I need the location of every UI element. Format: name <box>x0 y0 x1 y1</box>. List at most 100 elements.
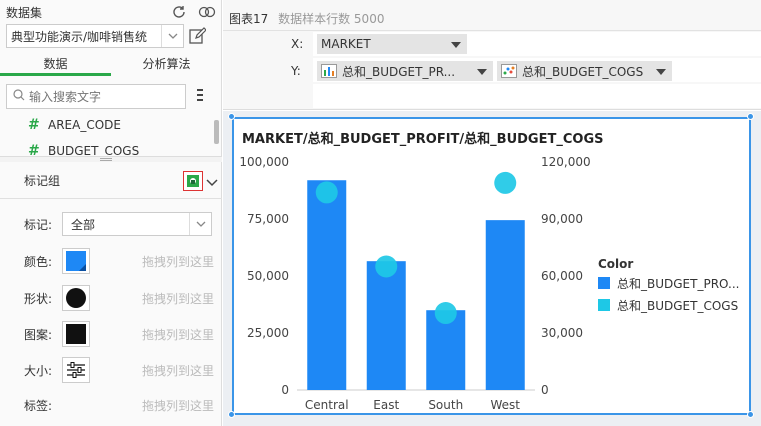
edit-icon[interactable] <box>188 27 207 45</box>
triangle-down-icon[interactable] <box>656 64 666 78</box>
x-axis-label: X: <box>291 37 304 51</box>
bar <box>485 220 525 390</box>
triangle-down-icon[interactable] <box>451 37 461 51</box>
right-tick-label: 30,000 <box>541 326 583 340</box>
field-name: BUDGET_COGS <box>48 144 140 156</box>
scatter-point <box>494 171 517 194</box>
dataset-header: 数据集 <box>6 4 216 20</box>
chart-title: MARKET/总和_BUDGET_PROFIT/总和_BUDGET_COGS <box>242 131 603 147</box>
bar <box>366 261 406 390</box>
search-input[interactable] <box>29 89 179 104</box>
color-drop-hint[interactable]: 拖拽列到这里 <box>142 253 214 270</box>
triangle-down-icon[interactable] <box>477 64 487 78</box>
divider <box>0 198 222 199</box>
shape-label: 形状: <box>24 291 53 306</box>
legend-title: Color <box>598 257 633 271</box>
dataset-select[interactable]: 典型功能演示/咖啡销售统 <box>6 24 184 48</box>
legend-item[interactable]: 总和_BUDGET_PRO... <box>617 277 739 291</box>
resize-handle[interactable] <box>747 411 754 418</box>
mark-selector-row: 标记: 全部 <box>24 212 214 236</box>
resize-handle[interactable] <box>228 113 235 120</box>
mark-type-icon[interactable] <box>183 171 203 191</box>
x-field-pill[interactable]: MARKET <box>317 34 467 54</box>
chart-header: 图表17 数据样本行数 5000 <box>229 10 384 27</box>
left-panel: 数据集 典型功能演示/咖啡销售统 数据 分析算法 输入搜索文字 # AREA_C… <box>0 0 222 426</box>
y-drop-zone-extra[interactable] <box>313 84 761 108</box>
color-icon[interactable] <box>62 248 90 274</box>
right-tick-label: 120,000 <box>541 155 591 169</box>
chart-canvas: MARKET/总和_BUDGET_PROFIT/总和_BUDGET_COGS 1… <box>223 111 761 426</box>
tab-analysis[interactable]: 分析算法 <box>111 54 222 76</box>
resize-handle[interactable] <box>228 411 235 418</box>
right-tick-label: 90,000 <box>541 212 583 226</box>
y-field-pill[interactable]: 总和_BUDGET_PR... <box>317 61 493 81</box>
pattern-drop-hint[interactable]: 拖拽列到这里 <box>142 326 214 343</box>
search-box[interactable] <box>6 84 186 109</box>
refresh-icon[interactable] <box>170 4 188 20</box>
size-icon[interactable] <box>62 357 90 383</box>
left-tick-label: 75,000 <box>247 212 289 226</box>
chart-svg: MARKET/总和_BUDGET_PROFIT/总和_BUDGET_COGS 1… <box>239 131 739 412</box>
legend-item[interactable]: 总和_BUDGET_COGS <box>617 299 738 313</box>
shape-icon[interactable] <box>62 285 90 311</box>
dataset-select-value: 典型功能演示/咖啡销售统 <box>11 29 148 44</box>
bar <box>307 180 347 390</box>
search-icon <box>13 89 25 104</box>
right-tick-label: 0 <box>541 383 549 397</box>
scatter-point <box>315 181 338 204</box>
y-field-pill[interactable]: 总和_BUDGET_COGS <box>497 61 672 81</box>
y-axis-label: Y: <box>291 64 301 78</box>
numeric-field-icon: # <box>28 117 40 133</box>
mark-group-title: 标记组 <box>24 174 61 188</box>
pattern-label: 图案: <box>24 327 53 342</box>
y-drop-zone[interactable]: 总和_BUDGET_PR... 总和_BUDGET_COGS <box>313 58 761 82</box>
left-tick-label: 25,000 <box>247 326 289 340</box>
bar-series <box>307 180 525 390</box>
chevron-down-icon[interactable] <box>189 213 211 235</box>
list-item[interactable]: # BUDGET_COGS <box>0 138 214 156</box>
left-tick-label: 0 <box>281 383 289 397</box>
mark-select[interactable]: 全部 <box>62 212 212 236</box>
panel-splitter[interactable] <box>0 156 222 162</box>
field-name: AREA_CODE <box>48 118 121 132</box>
chevron-down-icon[interactable] <box>206 176 218 190</box>
right-axis: 120,000 90,000 60,000 30,000 0 <box>541 155 591 397</box>
size-drop-hint[interactable]: 拖拽列到这里 <box>142 362 214 379</box>
chart-container[interactable]: MARKET/总和_BUDGET_PROFIT/总和_BUDGET_COGS 1… <box>232 117 751 415</box>
left-tick-label: 50,000 <box>247 269 289 283</box>
chart-name: 图表17 <box>229 12 269 26</box>
shape-drop-hint[interactable]: 拖拽列到这里 <box>142 290 214 307</box>
sample-info: 数据样本行数 5000 <box>278 12 385 26</box>
binding-panel: 图表17 数据样本行数 5000 X: MARKET Y: 总和_BUDGET_… <box>223 0 761 110</box>
size-label: 大小: <box>24 363 53 378</box>
bar-chart-icon <box>321 64 337 78</box>
field-list: # AREA_CODE # BUDGET_COGS <box>0 112 214 156</box>
divider <box>223 30 761 31</box>
more-menu-icon[interactable] <box>196 88 204 102</box>
chevron-down-icon[interactable] <box>161 25 183 47</box>
tab-data[interactable]: 数据 <box>0 54 111 76</box>
x-axis: Central East South West <box>305 398 520 412</box>
category-label: Central <box>305 398 349 412</box>
left-tick-label: 100,000 <box>239 155 289 169</box>
color-row: 颜色: 拖拽列到这里 <box>24 248 214 274</box>
x-drop-zone[interactable]: MARKET <box>313 32 761 56</box>
resize-handle[interactable] <box>747 113 754 120</box>
label-drop-hint[interactable]: 拖拽列到这里 <box>142 397 214 414</box>
left-axis: 100,000 75,000 50,000 25,000 0 <box>239 155 289 397</box>
grip-icon <box>100 158 112 161</box>
y-field-name: 总和_BUDGET_PR... <box>342 64 456 79</box>
pattern-icon[interactable] <box>62 321 90 347</box>
field-list-scrollbar[interactable] <box>214 120 219 144</box>
scatter-point <box>375 255 398 278</box>
legend-swatch <box>598 299 610 311</box>
color-label: 颜色: <box>24 254 53 269</box>
numeric-field-icon: # <box>28 143 40 156</box>
y-field-name: 总和_BUDGET_COGS <box>522 64 644 79</box>
app-root: 数据集 典型功能演示/咖啡销售统 数据 分析算法 输入搜索文字 # AREA_C… <box>0 0 761 426</box>
mark-label: 标记: <box>24 217 53 232</box>
list-item[interactable]: # AREA_CODE <box>0 112 214 138</box>
size-row: 大小: 拖拽列到这里 <box>24 357 214 383</box>
link-dataset-icon[interactable] <box>198 4 216 20</box>
legend-swatch <box>598 277 610 289</box>
